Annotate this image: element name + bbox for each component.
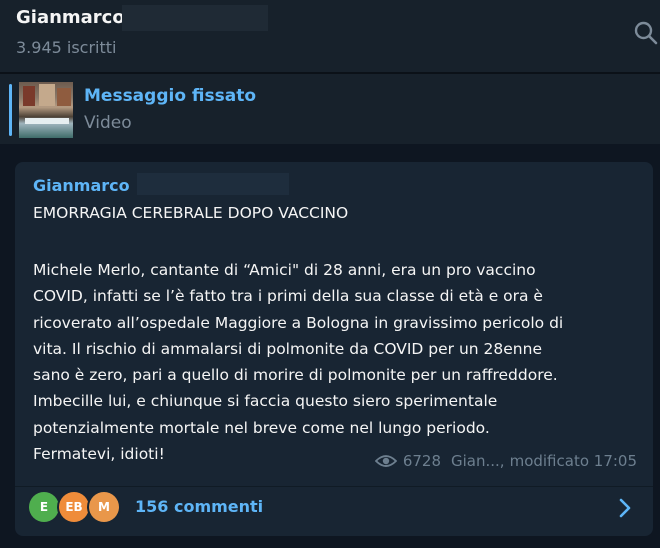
post-author[interactable]: Gianmarco xyxy=(33,176,130,195)
pinned-video-thumbnail[interactable] xyxy=(19,82,73,138)
post-headline: EMORRAGIA CEREBRALE DOPO VACCINO xyxy=(33,204,349,222)
post-body-line: sano è zero, pari a quello di morire di … xyxy=(33,366,558,385)
chevron-right-icon[interactable] xyxy=(617,496,633,520)
post-body-line: vita. Il rischio di ammalarsi di polmoni… xyxy=(33,339,542,358)
redacted-author-block xyxy=(137,173,289,195)
eye-icon xyxy=(374,455,397,467)
view-count: 6728 xyxy=(402,452,442,470)
post-signature: Gian..., xyxy=(451,452,505,470)
search-icon[interactable] xyxy=(633,20,659,46)
post-body-line: COVID, infatti se l’è fatto tra i primi … xyxy=(33,287,543,306)
pinned-message-bar[interactable]: Messaggio fissato Video xyxy=(0,74,660,144)
subscriber-count: 3.945 iscritti xyxy=(16,38,117,57)
edited-time: modificato 17:05 xyxy=(509,452,637,470)
pinned-subtitle: Video xyxy=(84,113,132,133)
pinned-indicator xyxy=(9,84,12,136)
comments-button[interactable]: 156 commenti xyxy=(135,497,263,516)
avatar: E xyxy=(29,492,59,522)
channel-name[interactable]: Gianmarco xyxy=(16,7,125,28)
comments-divider xyxy=(15,486,653,487)
post-body: Michele Merlo, cantante di “Amici" di 28… xyxy=(33,257,637,467)
redacted-name-block xyxy=(122,5,268,31)
avatar: EB xyxy=(59,492,89,522)
pinned-title[interactable]: Messaggio fissato xyxy=(84,86,256,106)
channel-post: Gianmarco EMORRAGIA CEREBRALE DOPO VACCI… xyxy=(15,162,653,536)
post-body-line: Imbecille lui, e chiunque si faccia ques… xyxy=(33,392,498,411)
channel-header[interactable]: Gianmarco 3.945 iscritti xyxy=(0,0,660,72)
post-meta: 6728 Gian..., modificato 17:05 xyxy=(374,452,637,470)
post-body-line: ricoverato all’ospedale Maggiore a Bolog… xyxy=(33,313,564,332)
avatar: M xyxy=(89,492,119,522)
post-body-line: potenzialmente mortale nel breve come ne… xyxy=(33,418,490,437)
post-body-line: Michele Merlo, cantante di “Amici" di 28… xyxy=(33,261,536,279)
